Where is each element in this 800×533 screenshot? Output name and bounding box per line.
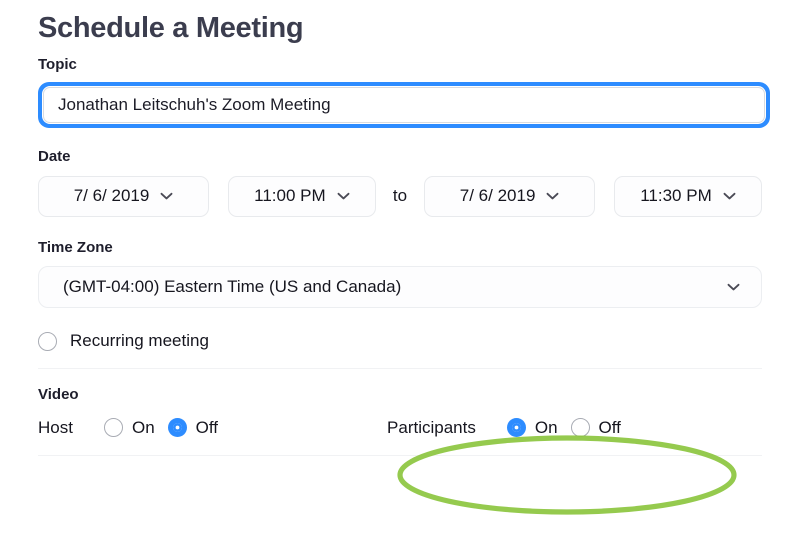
end-time-value: 11:30 PM — [640, 186, 712, 206]
chevron-down-icon — [723, 193, 736, 200]
participants-highlight-annotation — [397, 435, 737, 515]
participants-video-on-option[interactable]: On — [506, 417, 558, 438]
topic-input-inner-gap — [42, 86, 766, 125]
start-time-value: 11:00 PM — [254, 186, 326, 206]
host-video-off-option[interactable]: Off — [167, 417, 219, 438]
recurring-meeting-checkbox[interactable]: Recurring meeting — [38, 331, 209, 351]
timezone-value: (GMT-04:00) Eastern Time (US and Canada) — [63, 277, 402, 297]
participants-video-off-label: Off — [598, 417, 621, 437]
participants-video-off-option[interactable]: Off — [570, 417, 621, 438]
end-date-value: 7/ 6/ 2019 — [459, 186, 536, 206]
topic-input-focus-ring — [38, 82, 770, 129]
start-date-value: 7/ 6/ 2019 — [73, 186, 150, 206]
chevron-down-icon — [160, 193, 173, 200]
host-video-on-option[interactable]: On — [103, 417, 155, 438]
video-label: Video — [38, 386, 79, 404]
host-label: Host — [38, 417, 73, 437]
end-date-select[interactable]: 7/ 6/ 2019 — [424, 175, 596, 217]
start-time-select[interactable]: 11:00 PM — [227, 175, 376, 217]
chevron-down-icon — [546, 193, 559, 200]
end-time-select[interactable]: 11:30 PM — [614, 175, 762, 217]
host-radio-group: On Off — [103, 417, 219, 438]
participants-radio-group: On Off — [506, 417, 621, 438]
video-options-row: Host On Off Participants On Off — [38, 418, 762, 438]
timezone-select[interactable]: (GMT-04:00) Eastern Time (US and Canada) — [38, 266, 762, 309]
date-row: 7/ 6/ 2019 11:00 PM to 7/ 6/ 2019 11:30 … — [38, 175, 762, 217]
participants-label: Participants — [387, 417, 476, 437]
chevron-down-icon — [727, 284, 740, 291]
timezone-field-group: Time Zone (GMT-04:00) Eastern Time (US a… — [38, 238, 762, 309]
participants-video-on-label: On — [534, 417, 558, 437]
host-video-off-label: Off — [195, 417, 219, 437]
topic-field-group: Topic — [38, 55, 770, 129]
topic-input[interactable] — [43, 87, 765, 124]
date-label: Date — [38, 148, 71, 166]
participants-block: Participants On Off — [387, 418, 621, 438]
radio-unselected-icon — [570, 418, 590, 438]
divider-below-video — [38, 454, 762, 456]
date-separator-label: to — [392, 186, 408, 206]
recurring-meeting-label: Recurring meeting — [70, 331, 209, 351]
topic-label: Topic — [38, 55, 77, 73]
radio-selected-icon — [167, 418, 187, 438]
divider-above-video — [38, 368, 762, 370]
video-section: Video Host On Off Participants On Off — [38, 385, 762, 438]
radio-selected-icon — [506, 418, 526, 438]
page-title: Schedule a Meeting — [38, 12, 304, 44]
date-field-group: Date 7/ 6/ 2019 11:00 PM to 7/ 6/ 2019 1… — [38, 147, 762, 217]
schedule-meeting-page: Schedule a Meeting Topic Date 7/ 6/ 2019… — [0, 0, 800, 533]
checkbox-unchecked-icon — [38, 331, 57, 351]
start-date-select[interactable]: 7/ 6/ 2019 — [38, 175, 209, 217]
chevron-down-icon — [337, 193, 350, 200]
host-video-on-label: On — [131, 417, 155, 437]
timezone-label: Time Zone — [38, 238, 113, 256]
radio-unselected-icon — [103, 418, 123, 438]
